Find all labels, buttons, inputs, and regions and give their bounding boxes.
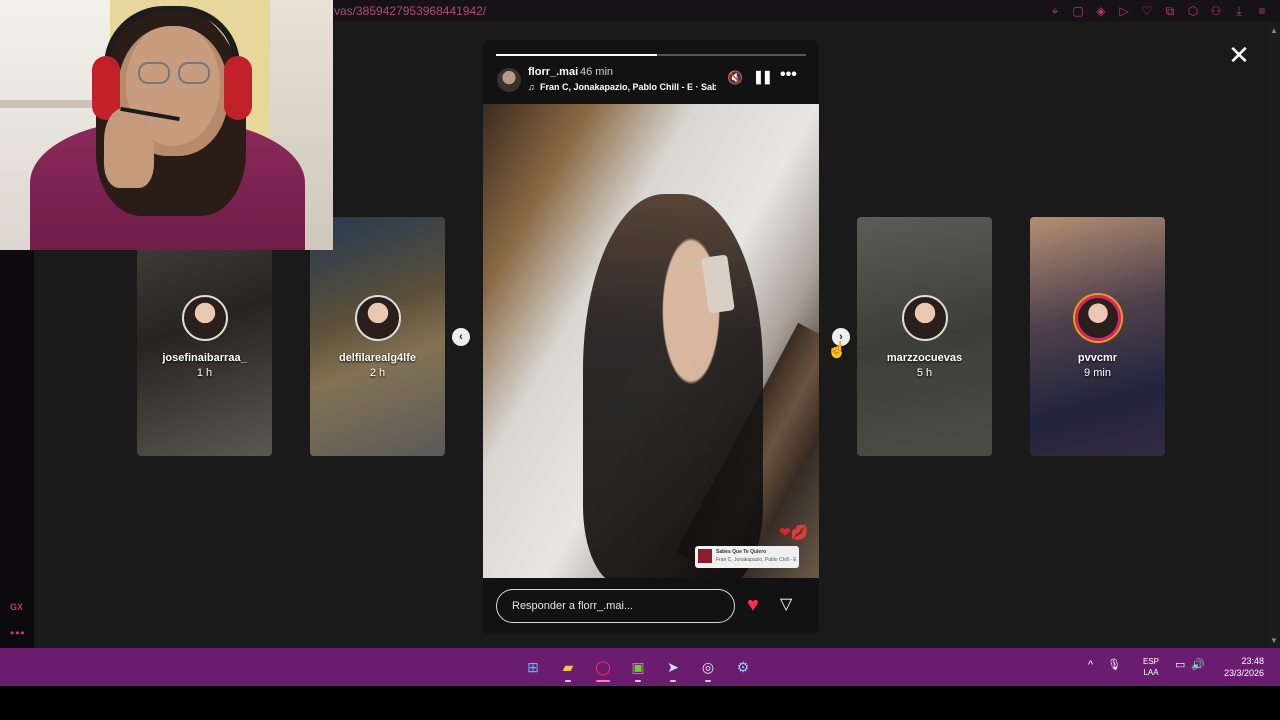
pin-icon[interactable]: ⌖: [1047, 3, 1063, 19]
network-icon: ▭: [1175, 659, 1186, 671]
browser-address-bar[interactable]: vas/3859427953968441942/ ⌖ ▢ ◈ ▷ ♡ ⧉ ⬡ ⚇…: [332, 0, 1280, 22]
music-sticker[interactable]: Sabes Que Te Quiero Fran C, Jonakapazio,…: [695, 546, 799, 568]
previous-story-button[interactable]: ‹: [452, 328, 470, 346]
headset-right: [224, 56, 252, 120]
gx-logo[interactable]: GX: [10, 602, 23, 612]
story-reply-bar: ♥ ▽: [483, 578, 819, 634]
running-indicator: [705, 680, 711, 682]
screen: ▲ ▼ vas/3859427953968441942/ ⌖ ▢ ◈ ▷ ♡ ⧉…: [0, 0, 1280, 720]
settings-icon[interactable]: ⚙: [732, 656, 754, 678]
microphone-icon[interactable]: 🎙: [1107, 658, 1121, 671]
story-progress-bar: [496, 54, 806, 56]
clock-date: 23/3/2026: [1223, 668, 1264, 678]
scroll-up-icon[interactable]: ▲: [1270, 26, 1278, 35]
story-username[interactable]: florr_.mai: [528, 66, 578, 78]
story-preview-delfilarealg4lfe[interactable]: delfilarealg4lfe 2 h: [310, 217, 445, 456]
preview-time: 9 min: [1084, 367, 1111, 379]
menu-icon[interactable]: ≡: [1254, 3, 1270, 19]
taskbar-apps: ⊞ ▰ ◯ ▣ ➤ ◎ ⚙: [522, 656, 754, 682]
album-art: [698, 549, 712, 563]
preview-username: delfilarealg4lfe: [338, 352, 417, 364]
keyboard-layout: LAA: [1143, 668, 1159, 677]
steam-icon[interactable]: ➤: [662, 656, 684, 682]
profile-icon[interactable]: ⚇: [1208, 3, 1224, 19]
progress-filled: [496, 54, 658, 56]
story-preview-josefinaibarraa[interactable]: josefinaibarraa_ 1 h: [137, 217, 272, 456]
avatar: [182, 295, 228, 341]
taskbar-clock[interactable]: 23:48 23/3/2026: [1224, 655, 1264, 679]
avatar: [355, 295, 401, 341]
snapshot-icon[interactable]: ▢: [1070, 3, 1086, 19]
preview-username: josefinaibarraa_: [162, 352, 247, 364]
like-heart-icon[interactable]: ♥: [747, 592, 759, 618]
scroll-down-icon[interactable]: ▼: [1270, 636, 1278, 645]
cam-hand: [104, 108, 154, 188]
story-preview-pvvcmr[interactable]: pvvcmr 9 min: [1030, 217, 1165, 456]
sidebar-more-icon[interactable]: •••: [10, 626, 26, 640]
image-person: [583, 194, 763, 578]
url-text[interactable]: vas/3859427953968441942/: [332, 4, 486, 18]
story-image: ❤💋 Sabes Que Te Quiero Fran C, Jonakapaz…: [483, 104, 819, 578]
scrollbar[interactable]: [1268, 22, 1280, 648]
windows-start-icon[interactable]: ⊞: [522, 656, 544, 678]
system-tray: ^ 🎙: [1088, 658, 1121, 672]
obs-studio-icon[interactable]: ◎: [697, 656, 719, 682]
glasses-right: [178, 62, 210, 84]
avatar[interactable]: [497, 68, 521, 92]
browser-sidebar: [0, 250, 34, 648]
preview-time: 1 h: [196, 367, 213, 379]
network-volume[interactable]: ▭ 🔊: [1175, 658, 1205, 671]
volume-icon: 🔊: [1191, 659, 1206, 671]
language-code: ESP: [1143, 657, 1160, 666]
story-header: florr_.mai 46 min ♫ Fran C, Jonakapazio,…: [483, 40, 819, 104]
running-indicator: [565, 680, 571, 682]
browser-toolbar-icons: ⌖ ▢ ◈ ▷ ♡ ⧉ ⬡ ⚇ ⤓ ≡: [1047, 3, 1270, 19]
active-indicator: [596, 680, 610, 682]
extensions-icon[interactable]: ⬡: [1185, 3, 1201, 19]
webcam-overlay: [0, 0, 333, 250]
story-time: 46 min: [580, 66, 614, 78]
close-viewer-button[interactable]: ✕: [1226, 42, 1252, 68]
play-icon[interactable]: ▷: [1116, 3, 1132, 19]
sticker-song-title: Sabes Que Te Quiero: [716, 549, 767, 555]
preview-username: marzzocuevas: [886, 352, 963, 364]
preview-time: 2 h: [369, 367, 386, 379]
preview-username: pvvcmr: [1077, 352, 1118, 364]
heart-sticker-icon: ❤💋: [779, 524, 809, 540]
pause-icon[interactable]: ❚❚: [753, 69, 773, 85]
glasses-left: [138, 62, 170, 84]
running-indicator: [635, 680, 641, 682]
file-explorer-icon[interactable]: ▰: [557, 656, 579, 682]
story-preview-marzzocuevas[interactable]: marzzocuevas 5 h: [857, 217, 992, 456]
language-indicator[interactable]: ESP LAA: [1143, 656, 1159, 678]
letterbox-bottom: [0, 686, 1280, 720]
mouse-cursor-icon: ☝: [827, 342, 847, 359]
music-icon: ♫: [528, 82, 535, 92]
sticker-artist: Fran C, Jonakapazio, Pablo Chill - E: [716, 557, 797, 563]
heart-icon[interactable]: ♡: [1139, 3, 1155, 19]
avatar: [902, 295, 948, 341]
reply-input[interactable]: [496, 589, 735, 623]
clock-time: 23:48: [1241, 656, 1264, 666]
windows-taskbar: ⊞ ▰ ◯ ▣ ➤ ◎ ⚙ ^ 🎙 ESP LAA ▭ 🔊 23:48 23/3…: [0, 648, 1280, 686]
wallet-icon[interactable]: ⧉: [1162, 3, 1178, 19]
progress-remaining: [660, 54, 806, 56]
game-launcher-icon[interactable]: ▣: [627, 656, 649, 682]
avatar: [1075, 295, 1121, 341]
preview-time: 5 h: [916, 367, 933, 379]
current-story[interactable]: florr_.mai 46 min ♫ Fran C, Jonakapazio,…: [483, 40, 819, 634]
opera-gx-icon[interactable]: ◯: [592, 656, 614, 682]
more-options-icon[interactable]: •••: [780, 66, 797, 84]
story-music-title[interactable]: Fran C, Jonakapazio, Pablo Chill - E · S…: [540, 82, 716, 92]
tray-expand-icon[interactable]: ^: [1088, 659, 1093, 671]
shield-icon[interactable]: ◈: [1093, 3, 1109, 19]
running-indicator: [670, 680, 676, 682]
download-icon[interactable]: ⤓: [1231, 3, 1247, 19]
mute-icon[interactable]: 🔇: [727, 70, 743, 86]
send-icon[interactable]: ▽: [780, 594, 792, 616]
